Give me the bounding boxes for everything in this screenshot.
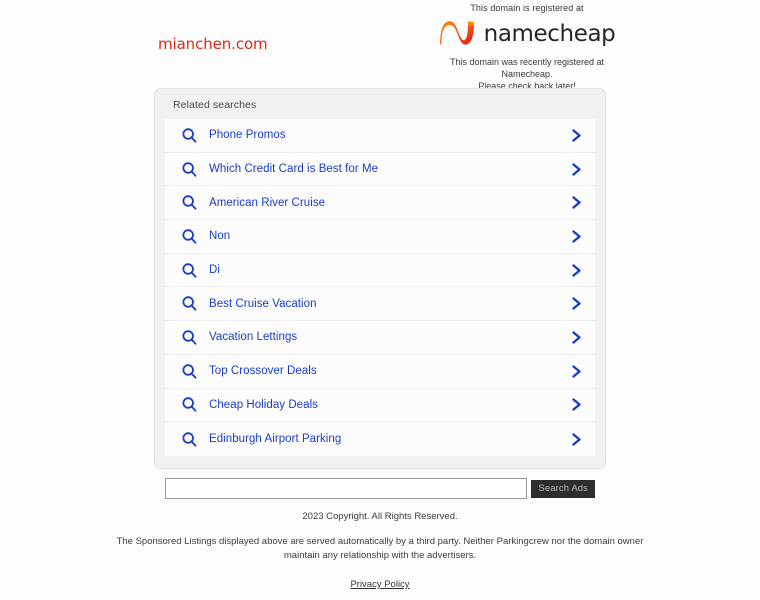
related-search-row[interactable]: Non (165, 220, 595, 254)
search-icon (182, 161, 197, 177)
related-search-label: Vacation Lettings (209, 331, 298, 344)
related-search-label: American River Cruise (209, 196, 326, 209)
chevron-right-icon (572, 129, 581, 142)
registrar-note-line-1: This domain was recently registered at N… (449, 57, 605, 79)
related-search-label: Edinburgh Airport Parking (209, 433, 342, 446)
chevron-right-icon (572, 432, 581, 446)
namecheap-n-logo-icon (439, 20, 474, 45)
related-search-row[interactable]: Top Crossover Deals (165, 354, 595, 389)
related-search-row[interactable]: Vacation Lettings (165, 321, 595, 355)
chevron-right-icon (572, 364, 581, 378)
related-search-row[interactable]: Which Credit Card is Best for Me (165, 152, 595, 187)
disclaimer-text: The Sponsored Listings displayed above a… (116, 536, 644, 561)
related-search-label: Top Crossover Deals (209, 365, 317, 378)
page-footer: 2023 Copyright. All Rights Reserved. The… (0, 510, 760, 592)
copyright-text: 2023 Copyright. All Rights Reserved. (302, 511, 458, 522)
namecheap-logo: namecheap (439, 19, 616, 49)
search-icon (182, 229, 197, 244)
related-search-label: Best Cruise Vacation (209, 297, 317, 310)
domain-name-title: mianchen.com (158, 35, 268, 53)
related-search-label: Di (209, 264, 220, 277)
search-icon (182, 296, 197, 311)
related-search-row[interactable]: Best Cruise Vacation (165, 287, 595, 322)
related-search-row[interactable]: Edinburgh Airport Parking (165, 422, 595, 456)
search-icon (182, 397, 197, 412)
chevron-right-icon (572, 297, 581, 310)
search-icon (182, 195, 197, 210)
search-icon (182, 363, 197, 379)
privacy-policy-wrap: Privacy Policy (0, 574, 760, 592)
related-search-label: Phone Promos (209, 129, 286, 142)
related-search-row[interactable]: Phone Promos (165, 119, 595, 153)
search-icon (182, 330, 197, 345)
related-search-label: Cheap Holiday Deals (209, 398, 318, 411)
privacy-policy-link[interactable]: Privacy Policy (350, 579, 409, 590)
registrar-tagline: This domain is registered at (470, 3, 584, 13)
chevron-right-icon (572, 196, 581, 209)
search-icon (182, 431, 197, 447)
related-search-row[interactable]: Cheap Holiday Deals (165, 388, 595, 423)
search-ads-button[interactable]: Search Ads (531, 479, 595, 498)
related-searches-list: Phone Promos Which Credit Card is Best fo… (165, 119, 595, 456)
related-search-row[interactable]: American River Cruise (165, 186, 595, 221)
related-search-label: Which Credit Card is Best for Me (209, 163, 379, 176)
related-searches-card: Related searches Phone Promos Which Credi… (154, 88, 606, 469)
search-icon (182, 262, 197, 278)
search-icon (182, 128, 197, 143)
chevron-right-icon (572, 331, 581, 344)
search-ads-form: Search Ads (165, 478, 595, 499)
related-search-row[interactable]: Di (165, 253, 595, 288)
chevron-right-icon (572, 162, 581, 176)
search-input[interactable] (165, 478, 528, 499)
chevron-right-icon (572, 230, 581, 243)
related-searches-title: Related searches (173, 99, 257, 111)
related-search-label: Non (209, 230, 231, 243)
registrar-banner: This domain is registered at namecheap T… (439, 2, 616, 92)
namecheap-wordmark: namecheap (483, 20, 616, 47)
registrar-note: This domain was recently registered at N… (443, 56, 611, 92)
chevron-right-icon (572, 398, 581, 412)
chevron-right-icon (572, 263, 581, 277)
page-header: This domain is registered at namecheap T… (0, 0, 760, 91)
